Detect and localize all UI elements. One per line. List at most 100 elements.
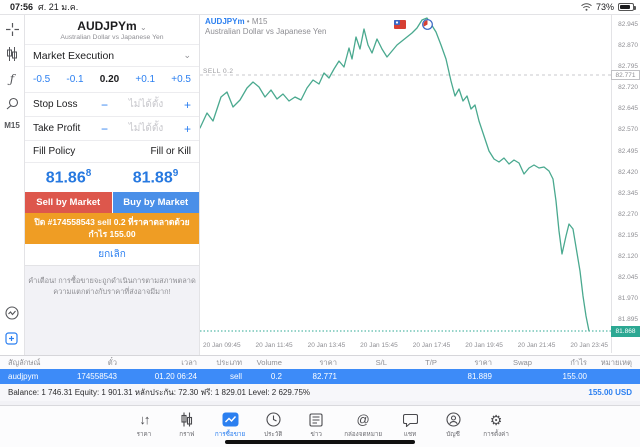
crosshair-icon[interactable] bbox=[5, 23, 19, 36]
new-order-icon[interactable] bbox=[5, 332, 18, 345]
price-tick: 82.495 bbox=[618, 147, 638, 155]
price-tick: 82.420 bbox=[618, 168, 638, 176]
candlestick-chart-icon bbox=[180, 411, 193, 428]
price-tick: 82.270 bbox=[618, 210, 638, 218]
fill-policy-row[interactable]: Fill Policy Fill or Kill bbox=[25, 140, 199, 162]
cell-type: sell bbox=[229, 372, 242, 381]
price-tick: 82.345 bbox=[618, 189, 638, 197]
execution-mode-dropdown[interactable]: Market Execution ⌄ bbox=[25, 44, 199, 66]
cancel-button[interactable]: ยกเลิก bbox=[25, 244, 199, 266]
nav-history[interactable]: ประวัติ bbox=[258, 411, 288, 439]
stop-loss-minus-button[interactable]: − bbox=[101, 98, 108, 112]
take-profit-minus-button[interactable]: − bbox=[101, 122, 108, 136]
gear-icon: ⚙ bbox=[489, 411, 503, 428]
objects-icon[interactable] bbox=[6, 97, 19, 110]
current-price-tag: 81.868 bbox=[611, 326, 640, 337]
status-date: ศ. 21 ม.ค. bbox=[38, 2, 79, 12]
nav-trade[interactable]: การซื้อขาย bbox=[215, 411, 245, 439]
volume-plus-small-button[interactable]: +0.1 bbox=[135, 74, 155, 85]
close-position-banner[interactable]: ปิด #174558543 sell 0.2 ที่ราคาตลาดด้วย … bbox=[25, 213, 199, 244]
stop-loss-label: Stop Loss bbox=[33, 99, 78, 110]
col-time: เวลา bbox=[181, 357, 197, 367]
battery-percent: 73% bbox=[595, 2, 614, 12]
time-tick: 20 Jan 21:45 bbox=[517, 342, 556, 349]
news-flag-icon[interactable] bbox=[394, 20, 406, 29]
chart-title: AUDJPYm • M15 bbox=[205, 17, 268, 26]
volume-minus-large-button[interactable]: -0.5 bbox=[33, 74, 50, 85]
total-profit: 155.00 USD bbox=[588, 388, 632, 397]
col-symbol: สัญลักษณ์ bbox=[8, 357, 41, 367]
price-tick: 82.570 bbox=[618, 126, 638, 134]
quick-trade-icon[interactable] bbox=[5, 306, 19, 320]
price-tick: 82.870 bbox=[618, 42, 638, 50]
time-tick: 20 Jan 09:45 bbox=[203, 342, 241, 349]
symbol-selector[interactable]: AUDJPYm ⌄ bbox=[25, 19, 199, 33]
chart-pane[interactable]: AUDJPYm • M15 Australian Dollar vs Japan… bbox=[200, 15, 640, 355]
time-tick: 20 Jan 15:45 bbox=[360, 342, 398, 349]
col-swap: Swap bbox=[513, 358, 532, 367]
nav-mailbox[interactable]: @ กล่องจดหมาย bbox=[344, 411, 382, 439]
volume-value[interactable]: 0.20 bbox=[100, 74, 119, 85]
nav-chart[interactable]: กราฟ bbox=[172, 411, 202, 439]
time-tick: 20 Jan 19:45 bbox=[465, 342, 503, 349]
clock-time: 07:56 bbox=[10, 2, 34, 12]
newspaper-icon bbox=[309, 411, 323, 428]
take-profit-plus-button[interactable]: + bbox=[184, 122, 191, 136]
nav-chat[interactable]: แชท bbox=[395, 411, 425, 439]
nav-accounts[interactable]: บัญชี bbox=[438, 411, 468, 439]
cell-time: 01.20 06:24 bbox=[154, 372, 197, 381]
price-tick: 81.895 bbox=[618, 316, 638, 324]
functions-icon[interactable]: ƒ bbox=[10, 72, 14, 86]
chart-subtitle: Australian Dollar vs Japanese Yen bbox=[205, 27, 327, 36]
price-tick: 82.120 bbox=[618, 253, 638, 261]
chevron-down-icon: ⌄ bbox=[183, 50, 191, 60]
trade-chart-icon bbox=[222, 411, 239, 428]
price-axis: 82.945 82.870 82.795 82.720 82.645 82.57… bbox=[611, 15, 640, 353]
time-tick: 20 Jan 23:45 bbox=[570, 342, 608, 349]
warning-line1: คำเตือน! การซื้อขายจะถูกดำเนินการตามสภาพ… bbox=[28, 275, 196, 285]
price-chart[interactable] bbox=[200, 15, 611, 353]
sell-by-market-button[interactable]: Sell by Market bbox=[25, 192, 112, 213]
volume-plus-large-button[interactable]: +0.5 bbox=[171, 74, 191, 85]
price-tick: 82.720 bbox=[618, 84, 638, 92]
cell-volume: 0.2 bbox=[270, 372, 282, 381]
price-line-series bbox=[200, 17, 590, 332]
positions-table: สัญลักษณ์ ตั๋ว เวลา ประเภท Volume ราคา S… bbox=[0, 355, 640, 406]
session-clock-icon[interactable] bbox=[422, 19, 433, 30]
cell-ticket: 174558543 bbox=[76, 372, 117, 381]
execution-warning: คำเตือน! การซื้อขายจะถูกดำเนินการตามสภาพ… bbox=[25, 265, 199, 355]
chevron-down-icon: ⌄ bbox=[140, 23, 147, 32]
stop-loss-value[interactable]: ไม่ได้ตั้ง bbox=[108, 97, 184, 112]
price-tick: 82.195 bbox=[618, 231, 638, 239]
close-banner-line1: ปิด #174558543 sell 0.2 ที่ราคาตลาดด้วย bbox=[34, 217, 190, 227]
indicators-candles-icon[interactable] bbox=[6, 47, 18, 61]
nav-news[interactable]: ข่าว bbox=[301, 411, 331, 439]
volume-minus-small-button[interactable]: -0.1 bbox=[66, 74, 83, 85]
price-tick: 82.045 bbox=[618, 274, 638, 282]
account-summary-row: Balance: 1 746.31 Equity: 1 901.31 หลักป… bbox=[0, 384, 640, 401]
buy-by-market-button[interactable]: Buy by Market bbox=[112, 192, 199, 213]
cell-profit: 155.00 bbox=[562, 372, 587, 381]
time-tick: 20 Jan 13:45 bbox=[307, 342, 346, 349]
nav-quotes[interactable]: ↓↑ ราคา bbox=[129, 411, 159, 439]
bid-price: 81.868 bbox=[45, 167, 92, 187]
nav-settings[interactable]: ⚙ การตั้งค่า bbox=[481, 411, 511, 439]
warning-line2: ความแตกต่างกับราคาที่ส่งอาจมีมาก! bbox=[53, 286, 171, 296]
take-profit-value[interactable]: ไม่ได้ตั้ง bbox=[108, 121, 184, 136]
position-row-selected[interactable]: audjpym 174558543 01.20 06:24 sell 0.2 8… bbox=[0, 369, 640, 384]
chat-bubble-icon bbox=[402, 411, 418, 428]
order-panel: AUDJPYm ⌄ Australian Dollar vs Japanese … bbox=[25, 15, 200, 355]
col-price-current: ราคา bbox=[474, 357, 492, 367]
home-indicator[interactable] bbox=[225, 440, 415, 444]
account-person-icon bbox=[446, 411, 461, 428]
close-banner-line2: กำไร 155.00 bbox=[88, 229, 136, 240]
mt5-trading-app: 07:56 ศ. 21 ม.ค. 73% ƒ M15 AUDJPYm ⌄ Aus… bbox=[0, 0, 640, 447]
stop-loss-plus-button[interactable]: + bbox=[184, 98, 191, 112]
time-axis: 20 Jan 09:45 20 Jan 11:45 20 Jan 13:45 2… bbox=[200, 342, 611, 349]
table-header-row: สัญลักษณ์ ตั๋ว เวลา ประเภท Volume ราคา S… bbox=[0, 356, 640, 369]
sell-price-tag: 82.771 bbox=[611, 70, 640, 80]
fill-policy-label: Fill Policy bbox=[33, 146, 76, 157]
account-summary: Balance: 1 746.31 Equity: 1 901.31 หลักป… bbox=[8, 388, 311, 397]
price-tick: 82.945 bbox=[618, 21, 638, 28]
timeframe-button[interactable]: M15 bbox=[4, 121, 20, 130]
